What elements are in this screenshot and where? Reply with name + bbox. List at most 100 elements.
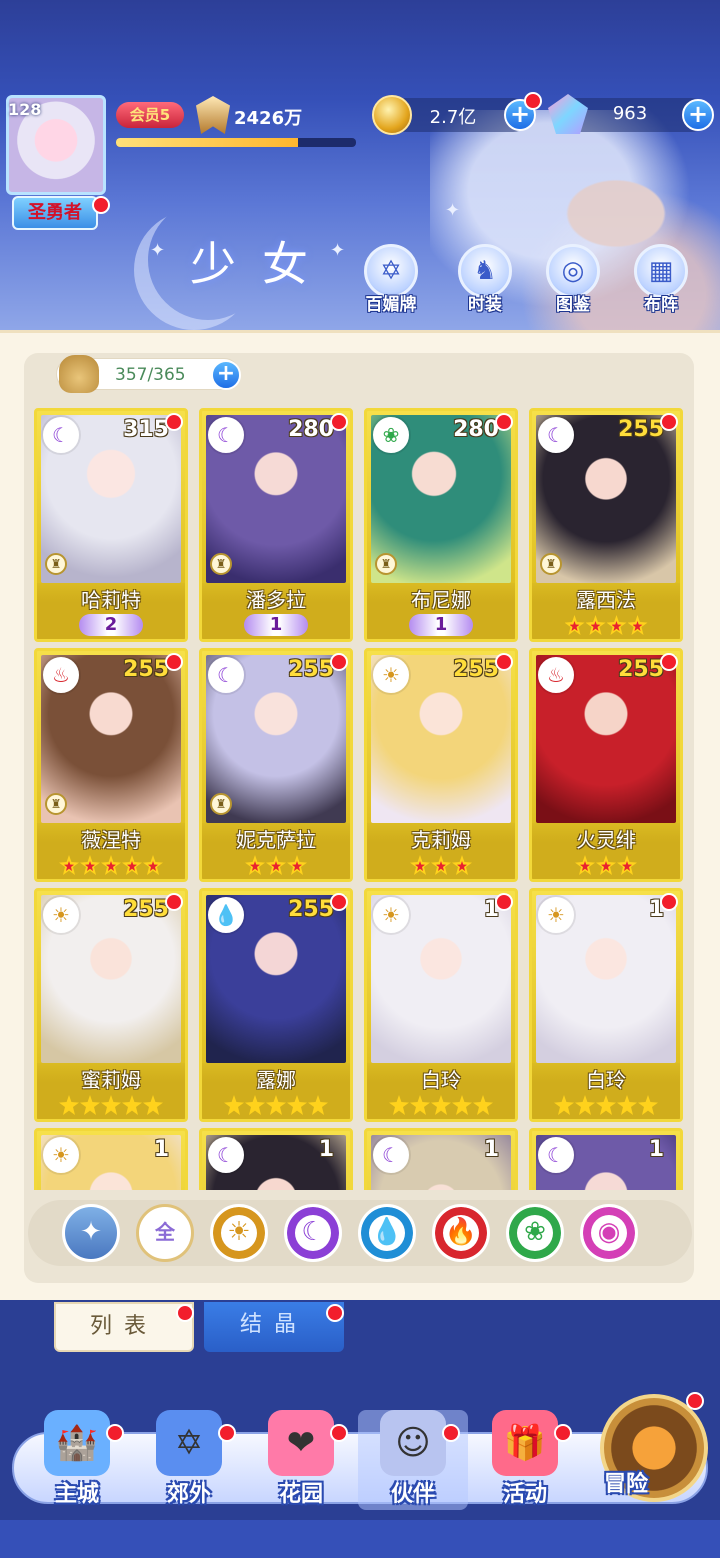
sun-element-icon: ☀ [538,897,574,933]
quick-card-button[interactable]: ✡ 百媚牌 [356,244,426,318]
notification-dot [106,1424,124,1442]
partner-name: 潘多拉 [246,588,306,612]
quick-gallery-label: 图鉴 [556,295,590,315]
partner-name: 白玲 [421,1068,461,1092]
player-title-badge[interactable]: 圣勇者 [12,196,98,230]
partner-icon: ☺ [380,1410,446,1476]
partner-card[interactable]: ☾ 1 [529,1128,683,1190]
notification-dot [165,653,183,671]
tab-crystal[interactable]: 结晶 [204,1302,344,1352]
star-icon [596,1095,616,1115]
sparkle-icon: ✦ [150,240,166,261]
partner-level: 280 [288,417,334,442]
partner-card[interactable]: ☀ 1 白玲 [364,888,518,1122]
filter-moon-button[interactable]: ☾ [284,1204,342,1262]
tab-list[interactable]: 列表 [54,1302,194,1352]
partner-level: 1 [483,1137,499,1162]
sun-element-icon: ☀ [43,897,79,933]
partner-card[interactable]: ☾ 315 ♜ 哈莉特 2 [34,408,188,642]
star-icon [575,855,595,875]
partner-card[interactable]: ☾ 255 ♜ 露西法 [529,408,683,642]
partner-card-grid[interactable]: ☾ 315 ♜ 哈莉特 2 ☾ 280 ♜ 潘多拉 1 ❀ 280 ♜ 布尼娜 1 ☾ 255 ♜ 露西法 ♨ 255 ♜… [34,408,686,1190]
star-icon [266,1095,286,1115]
star-icon [287,1095,307,1115]
star-icon [452,1095,472,1115]
star-icon [59,1095,79,1115]
formation-rook-icon: ♜ [210,793,232,815]
notification-dot [660,413,678,431]
partner-level: 1 [648,1137,664,1162]
filter-wind-button[interactable]: ❀ [506,1204,564,1262]
partner-grade: 2 [37,614,185,636]
star-icon [410,1095,430,1115]
filter-fire-button[interactable]: 🔥 [432,1204,490,1262]
sun-element-icon: ☀ [373,897,409,933]
partner-card[interactable]: ☀ 255 克莉姆 [364,648,518,882]
notification-dot [495,413,513,431]
wing-grade-badge: 2 [79,614,143,636]
star-icon [80,1095,100,1115]
add-diamond-button[interactable]: + [682,99,714,131]
capacity-value: 357/365 [115,365,186,385]
filter-star-button[interactable]: ✦ [62,1204,120,1262]
partner-card[interactable]: 💧 255 露娜 [199,888,353,1122]
partner-card[interactable]: ❀ 280 ♜ 布尼娜 1 [364,408,518,642]
partner-card[interactable]: ☀ 255 蜜莉姆 [34,888,188,1122]
star-icon [245,1095,265,1115]
notification-dot [495,893,513,911]
filter-light-button[interactable]: ◉ [580,1204,638,1262]
star-icon [266,855,286,875]
page-title: 少女 [190,237,334,291]
partner-grade [202,854,350,876]
star-icon [606,615,627,635]
nav-adventure[interactable]: 冒险 [600,1394,708,1502]
star-icon [554,1095,574,1115]
quick-formation-button[interactable]: ▦ 布阵 [626,244,696,318]
gold-currency: 2.7亿 + [372,95,536,135]
gift-icon: 🎁 [492,1410,558,1476]
quick-gallery-button[interactable]: ◎ 图鉴 [538,244,608,318]
notification-dot [218,1424,236,1442]
partner-card[interactable]: ☾ 1 [364,1128,518,1190]
exp-fill [116,138,299,147]
partner-card[interactable]: ♨ 255 ♜ 薇涅特 [34,648,188,882]
moon-element-icon: ☾ [538,417,574,453]
player-level: 128 [8,100,42,119]
quick-card-label: 百媚牌 [365,295,417,315]
partner-level: 280 [453,417,499,442]
partner-card[interactable]: ☀ 1 [34,1128,188,1190]
filter-all-button[interactable]: 全 [136,1204,194,1262]
partner-card[interactable]: ☀ 1 白玲 [529,888,683,1122]
notification-dot [554,1424,572,1442]
partner-card[interactable]: ☾ 1 [199,1128,353,1190]
partner-name: 克莉姆 [411,828,471,852]
fire-element-icon: ♨ [538,657,574,693]
partner-grade: 1 [202,614,350,636]
fire-element-icon: ♨ [43,657,79,693]
wing-grade-badge: 1 [409,614,473,636]
star-icon [431,1095,451,1115]
notification-dot [176,1304,194,1322]
expand-capacity-button[interactable]: + [211,360,241,390]
vip-badge[interactable]: 会员5 [116,102,184,128]
star-icon [575,1095,595,1115]
moon-element-icon: ☾ [373,1137,409,1173]
partner-name: 露西法 [576,588,636,612]
partner-name: 露娜 [256,1068,296,1092]
partner-name: 白玲 [586,1068,626,1092]
star-icon [627,615,648,635]
star-icon [564,615,585,635]
quick-costume-button[interactable]: ♞ 时装 [450,244,520,318]
partner-level: 255 [618,657,664,682]
partner-grade [202,1094,350,1116]
quick-formation-label: 布阵 [644,295,678,315]
capacity-pill: 357/365 + [56,355,241,393]
filter-water-button[interactable]: 💧 [358,1204,416,1262]
star-icon [143,855,163,875]
filter-sun-button[interactable]: ☀ [210,1204,268,1262]
partner-card[interactable]: ☾ 255 ♜ 妮克萨拉 [199,648,353,882]
partner-level: 315 [123,417,169,442]
partner-card[interactable]: ☾ 280 ♜ 潘多拉 1 [199,408,353,642]
star-icon [617,1095,637,1115]
partner-card[interactable]: ♨ 255 火灵绯 [529,648,683,882]
